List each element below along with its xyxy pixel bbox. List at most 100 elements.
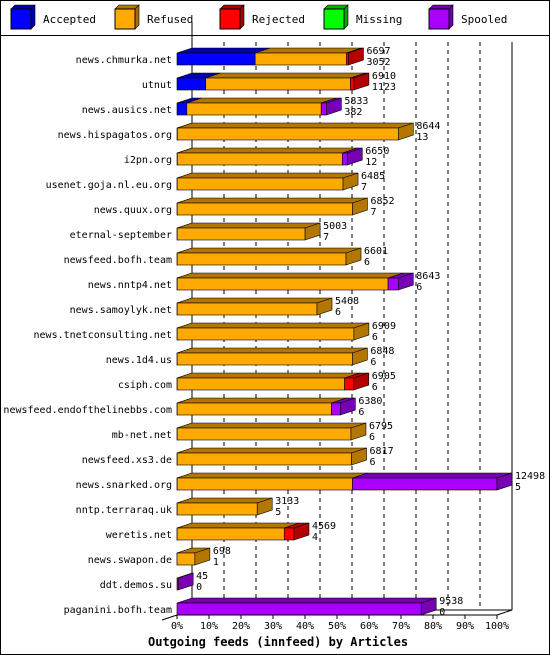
bar-row <box>176 47 364 66</box>
bar-row <box>176 347 368 366</box>
bar-spooled <box>331 402 341 416</box>
bar-accepted <box>176 77 207 91</box>
accepted-label: 1123 <box>372 82 396 93</box>
accepted-label: 12 <box>365 157 377 168</box>
bar-rejected <box>350 77 355 91</box>
accepted-label: 0 <box>196 582 202 593</box>
category-label: news.nntp4.net <box>88 280 172 291</box>
x-tick-label: 0% <box>171 621 183 632</box>
bar-top-accepted <box>176 47 271 54</box>
total-label: 6795 <box>369 421 393 432</box>
category-label: news.hispagatos.org <box>58 130 172 141</box>
bar-row <box>176 97 342 116</box>
bar-refused <box>176 527 285 541</box>
category-label: news.swapon.de <box>88 555 172 566</box>
total-label: 6909 <box>372 321 396 332</box>
bar-top-refused <box>177 522 300 529</box>
bar-top-refused <box>177 322 369 329</box>
bar-accepted <box>176 102 188 116</box>
accepted-label: 5 <box>515 482 521 493</box>
bar-top-refused <box>186 97 337 104</box>
bar-top-refused <box>205 72 366 79</box>
bar-refused <box>254 52 347 66</box>
bar-refused <box>186 102 322 116</box>
bar-row <box>176 447 367 466</box>
bar-top-refused <box>177 172 359 179</box>
bar-top-spooled <box>176 597 437 604</box>
accepted-label: 7 <box>361 182 367 193</box>
total-label: 6910 <box>372 71 396 82</box>
total-label: 4569 <box>312 521 336 532</box>
bar-row <box>176 72 370 91</box>
category-label: csiph.com <box>118 380 172 391</box>
bar-row <box>176 222 321 241</box>
x-tick-label: 70% <box>392 621 410 632</box>
accepted-label: 6 <box>372 332 378 343</box>
total-label: 6848 <box>370 346 394 357</box>
bar-top-spooled <box>352 472 513 479</box>
accepted-label: 6 <box>364 257 370 268</box>
x-tick-label: 60% <box>360 621 378 632</box>
bar-spooled <box>320 102 327 116</box>
bar-top-refused <box>177 222 321 229</box>
category-label: usenet.goja.nl.eu.org <box>46 180 172 191</box>
bar-refused <box>176 327 355 341</box>
bar-top-refused <box>177 272 404 279</box>
bar-row <box>176 497 273 516</box>
bar-top-refused <box>177 422 367 429</box>
bar-row <box>176 172 359 191</box>
floor-right-edge <box>496 609 513 616</box>
bar-refused <box>176 402 332 416</box>
bar-refused <box>176 302 318 316</box>
category-label: newsfeed.bofh.team <box>64 255 172 266</box>
category-label: eternal-september <box>70 230 172 241</box>
total-label: 45 <box>196 571 208 582</box>
bar-spooled <box>342 152 348 166</box>
total-label: 12498 <box>515 471 545 482</box>
accepted-label: 382 <box>344 107 362 118</box>
bar-top-refused <box>177 447 367 454</box>
bar-top-refused <box>177 372 360 379</box>
chart-title: Outgoing feeds (innfeed) by Articles <box>148 635 408 649</box>
total-label: 3133 <box>275 496 299 507</box>
accepted-label: 4 <box>312 532 318 543</box>
bar-row <box>176 297 333 316</box>
bar-accepted <box>176 52 256 66</box>
bar-rejected <box>345 52 349 66</box>
x-tick-label: 20% <box>232 621 250 632</box>
category-label: paganini.bofh.team <box>64 605 172 616</box>
bar-rejected <box>344 377 355 391</box>
bar-refused <box>176 502 258 516</box>
bar-top-refused <box>177 297 333 304</box>
bar-refused <box>176 377 345 391</box>
category-label: news.quux.org <box>94 205 172 216</box>
bars-layer <box>176 47 513 616</box>
total-label: 5003 <box>323 221 347 232</box>
total-label: 6817 <box>370 446 394 457</box>
category-label: news.snarked.org <box>76 480 172 491</box>
accepted-label: 6 <box>335 307 341 318</box>
bar-refused <box>176 352 353 366</box>
category-label: weretis.net <box>106 530 172 541</box>
bar-top-refused <box>177 397 347 404</box>
bar-top-refused <box>177 147 358 154</box>
total-label: 6485 <box>361 171 385 182</box>
total-label: 5833 <box>344 96 368 107</box>
chart-svg: news.chmurka.net 66973052 utnut 69101123 new… <box>3 22 545 649</box>
bar-row <box>176 597 437 616</box>
bar-row <box>176 247 362 266</box>
bar-top-refused <box>177 122 414 129</box>
bar-row <box>176 572 194 591</box>
bar-refused <box>176 477 353 491</box>
bar-rejected <box>283 527 295 541</box>
accepted-label: 3052 <box>366 57 390 68</box>
accepted-label: 6 <box>358 407 364 418</box>
total-label: 8644 <box>416 121 440 132</box>
accepted-label: 6 <box>416 282 422 293</box>
accepted-label: 7 <box>370 207 376 218</box>
bar-spooled <box>352 477 498 491</box>
x-tick-label: 10% <box>200 621 218 632</box>
total-label: 6852 <box>370 196 394 207</box>
total-label: 6697 <box>366 46 390 57</box>
category-label: mb-net.net <box>112 430 172 441</box>
